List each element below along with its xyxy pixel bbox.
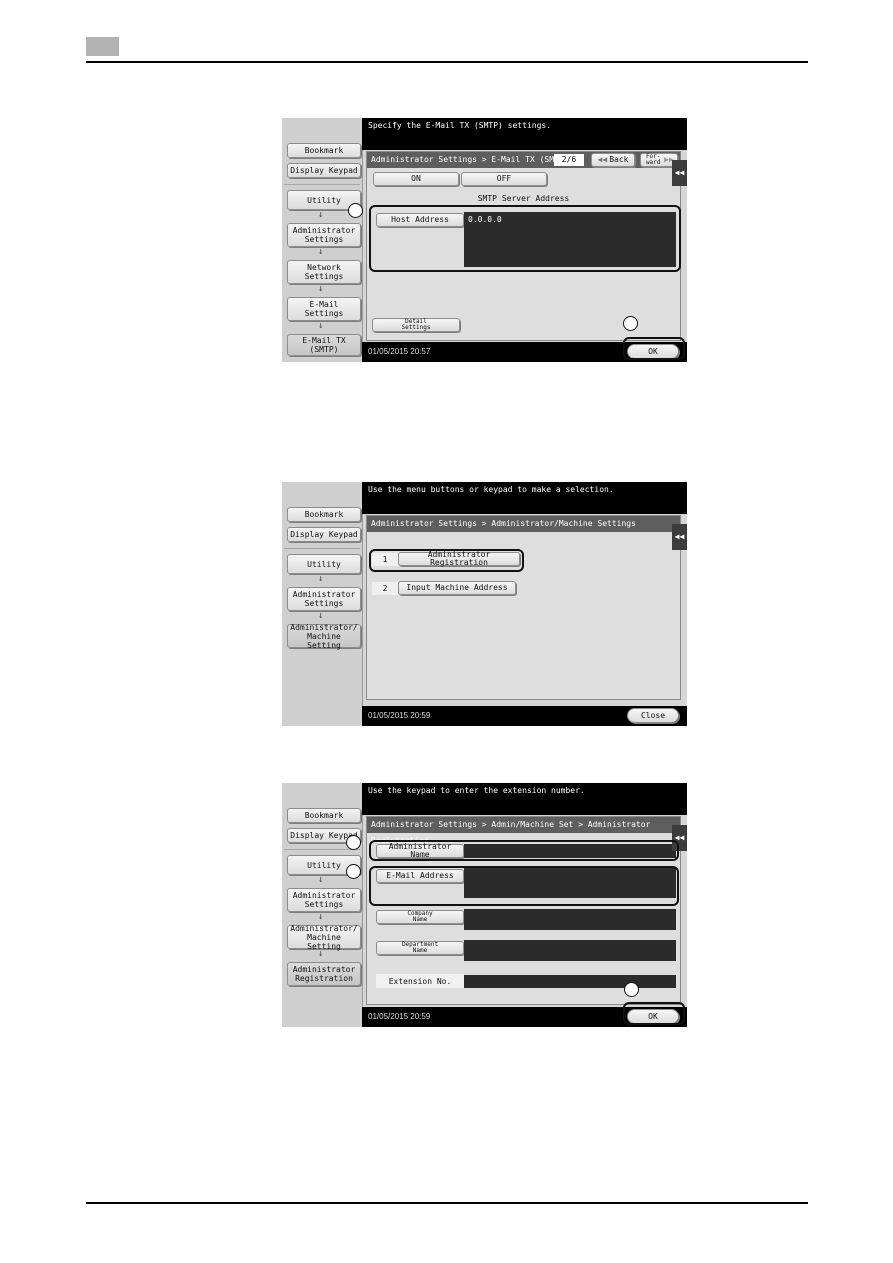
highlight-host-address	[369, 205, 681, 272]
sidebar-path-network-settings[interactable]: Network Settings	[287, 260, 361, 284]
section-title: SMTP Server Address	[477, 194, 570, 203]
down-arrow-icon: ↓	[318, 284, 324, 294]
down-arrow-icon: ↓	[318, 321, 324, 331]
highlight-email-address	[369, 866, 679, 906]
screen-admin-machine-settings: Bookmark Display Keypad Utility ↓ Admini…	[282, 482, 687, 726]
sidebar-path-admin-machine-setting[interactable]: Administrator/ Machine Setting	[287, 924, 361, 951]
callout-marker	[346, 864, 361, 879]
sidebar-divider	[284, 849, 360, 850]
message-bar: Specify the E-Mail TX (SMTP) settings.	[362, 118, 687, 150]
sidebar: Bookmark Display Keypad Utility ↓ Admini…	[282, 482, 363, 726]
forward-label: For- ward	[645, 153, 661, 166]
extension-no-label: Extension No.	[376, 974, 464, 988]
callout-marker	[624, 982, 639, 997]
sidebar-path-utility[interactable]: Utility	[287, 554, 361, 574]
sidebar: Bookmark Display Keypad Utility ↓ Admini…	[282, 118, 363, 362]
detail-settings-button[interactable]: Detail Settings	[372, 318, 460, 332]
message-bar: Use the keypad to enter the extension nu…	[362, 783, 687, 815]
down-arrow-icon: ↓	[318, 247, 324, 257]
side-panel-toggle[interactable]: ◀◀	[672, 524, 687, 550]
highlight-ok	[623, 337, 685, 360]
menu-number: 2	[372, 582, 398, 595]
extension-no-field[interactable]	[464, 975, 676, 988]
content-area: Administrator Settings > Administrator/M…	[366, 515, 681, 700]
back-arrow-icon: ◀◀	[597, 155, 608, 164]
sidebar: Bookmark Display Keypad Utility ↓ Admini…	[282, 783, 363, 1027]
chapter-tab	[86, 37, 119, 56]
off-button[interactable]: OFF	[461, 172, 547, 186]
screen-email-tx-smtp: Bookmark Display Keypad Utility ↓ Admini…	[282, 118, 687, 362]
sidebar-path-administrator-settings[interactable]: Administrator Settings	[287, 888, 361, 912]
highlight-administrator-registration	[369, 549, 524, 572]
sidebar-path-administrator-registration[interactable]: Administrator Registration	[287, 962, 361, 986]
on-button[interactable]: ON	[373, 172, 459, 186]
department-name-button[interactable]: Department Name	[376, 941, 464, 955]
down-arrow-icon: ↓	[318, 949, 324, 959]
down-arrow-icon: ↓	[318, 875, 324, 885]
down-arrow-icon: ↓	[318, 912, 324, 922]
callout-marker	[623, 316, 638, 331]
department-name-label: Department Name	[401, 941, 439, 954]
breadcrumb: Administrator Settings > Administrator/M…	[367, 516, 680, 532]
bookmark-button[interactable]: Bookmark	[287, 808, 361, 823]
message-bar: Use the menu buttons or keypad to make a…	[362, 482, 687, 514]
footer-rule	[86, 1202, 808, 1204]
highlight-administrator-name	[369, 840, 679, 861]
highlight-ok	[623, 1002, 685, 1025]
company-name-field[interactable]	[464, 909, 676, 930]
bookmark-button[interactable]: Bookmark	[287, 507, 361, 522]
department-name-field[interactable]	[464, 940, 676, 961]
sidebar-path-email-settings[interactable]: E-Mail Settings	[287, 297, 361, 321]
back-button[interactable]: ◀◀ Back	[591, 153, 635, 167]
back-label: Back	[609, 155, 629, 164]
company-name-button[interactable]: Company Name	[376, 910, 464, 924]
sidebar-path-administrator-settings[interactable]: Administrator Settings	[287, 587, 361, 611]
bookmark-button[interactable]: Bookmark	[287, 143, 361, 158]
sidebar-divider	[284, 184, 360, 185]
breadcrumb: Administrator Settings > Admin/Machine S…	[367, 817, 680, 845]
screen-administrator-registration: Bookmark Display Keypad Utility ↓ Admini…	[282, 783, 687, 1027]
company-name-label: Company Name	[407, 910, 433, 923]
detail-settings-label: Detail Settings	[401, 318, 431, 331]
header-rule	[86, 61, 808, 63]
page-indicator: 2/6	[554, 154, 584, 166]
sidebar-divider	[284, 548, 360, 549]
side-panel-toggle[interactable]: ◀◀	[672, 160, 687, 186]
input-machine-address-button[interactable]: Input Machine Address	[398, 581, 516, 595]
close-button[interactable]: Close	[627, 708, 679, 723]
callout-marker	[348, 203, 363, 218]
display-keypad-button[interactable]: Display Keypad	[287, 163, 361, 178]
sidebar-path-admin-machine-setting[interactable]: Administrator/ Machine Setting	[287, 623, 361, 650]
down-arrow-icon: ↓	[318, 210, 324, 220]
down-arrow-icon: ↓	[318, 574, 324, 584]
down-arrow-icon: ↓	[318, 611, 324, 621]
sidebar-path-administrator-settings[interactable]: Administrator Settings	[287, 223, 361, 247]
sidebar-path-email-tx-smtp[interactable]: E-Mail TX (SMTP)	[287, 334, 361, 356]
callout-marker	[346, 835, 361, 850]
display-keypad-button[interactable]: Display Keypad	[287, 527, 361, 542]
